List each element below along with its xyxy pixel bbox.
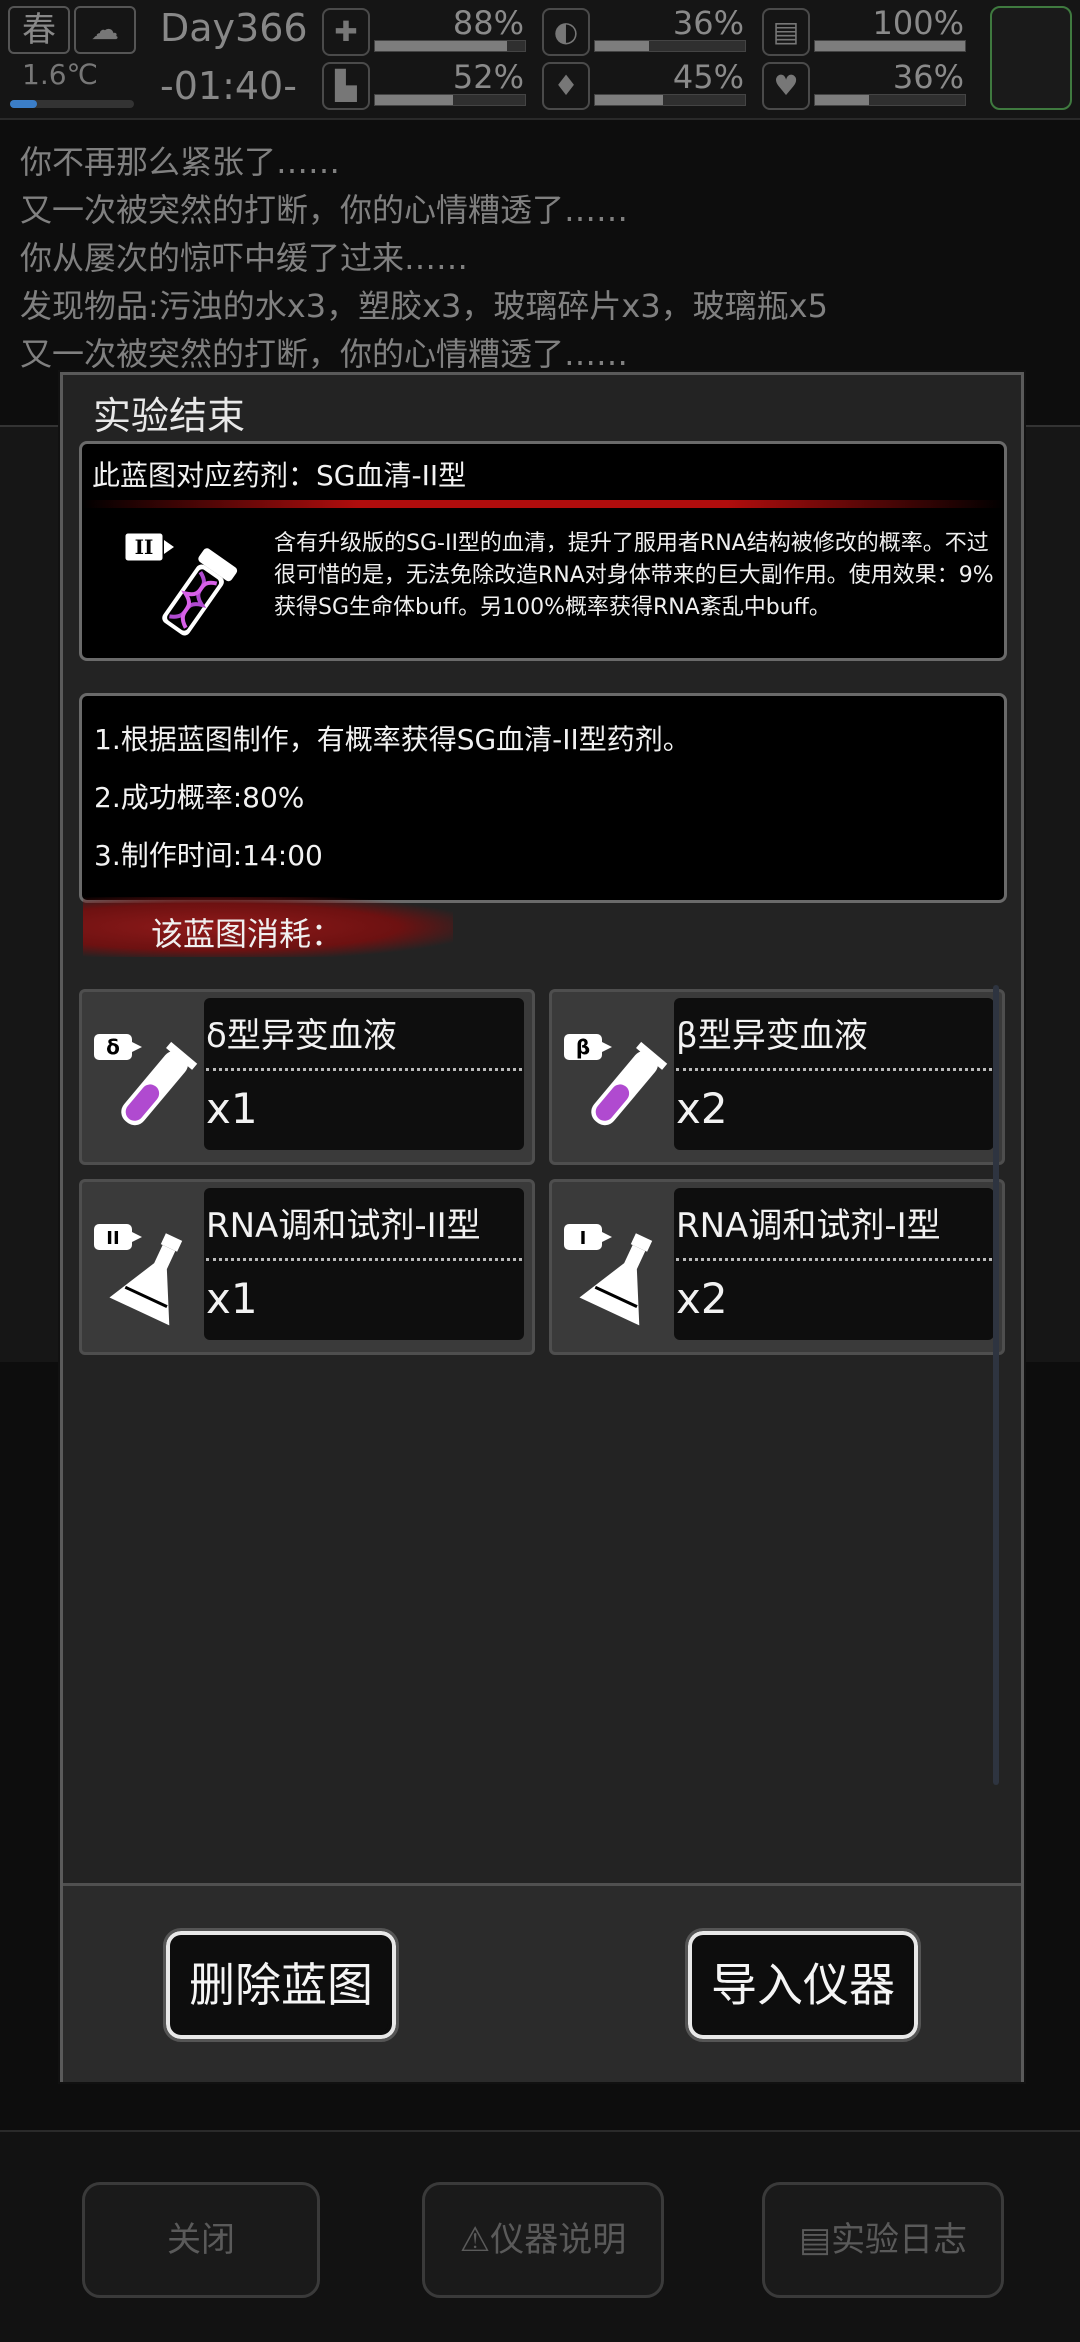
close-button[interactable]: 关闭 (82, 2182, 320, 2298)
energy-stat: 100% (814, 4, 966, 56)
heart-icon: ♥ (762, 62, 810, 110)
red-divider (82, 500, 1004, 508)
flask-icon: I (564, 1224, 653, 1326)
material-card[interactable]: δ δ型异变血液 x1 (79, 989, 535, 1165)
log-line: 发现物品:污浊的水x3，塑胶x3，玻璃碎片x3，玻璃瓶x5 (20, 287, 828, 325)
weather-icon: ☁ (74, 6, 136, 54)
temperature-value: 1.6℃ (22, 58, 98, 91)
health-stat: 88% (374, 4, 526, 56)
boot-icon: ▙ (322, 62, 370, 110)
material-name: δ型异变血液 (206, 1016, 397, 1056)
thirst-stat: 45% (594, 58, 746, 110)
lab-log-button[interactable]: ▤实验日志 (762, 2182, 1004, 2298)
health-value: 88% (452, 4, 524, 42)
battery-icon: ▤ (762, 8, 810, 56)
material-name: β型异变血液 (676, 1016, 868, 1056)
material-quantity: x1 (206, 1274, 258, 1323)
energy-value: 100% (872, 4, 964, 42)
rule-line: 3.制作时间:14:00 (94, 839, 323, 872)
consume-label: 该蓝图消耗： (151, 915, 344, 953)
equipment-slot[interactable] (990, 6, 1072, 110)
badge-text: β (576, 1035, 590, 1059)
mood-value: 36% (892, 58, 964, 96)
blueprint-rules-panel: 1.根据蓝图制作，有概率获得SG血清-II型药剂。 2.成功概率:80% 3.制… (79, 693, 1007, 903)
close-button-label: 关闭 (167, 2220, 235, 2260)
season-badge: 春 (8, 6, 70, 54)
stomach-icon: ◐ (542, 8, 590, 56)
test-tube-icon: δ (94, 1034, 198, 1126)
log-line: 你不再那么紧张了…… (20, 143, 341, 181)
blueprint-panel: 此蓝图对应药剂：SG血清-II型 II 含有升级版的SG-II型的血清，提升了服… (79, 441, 1007, 661)
badge-text: II (135, 535, 154, 559)
log-line: 你从屡次的惊吓中缓了过来…… (20, 239, 469, 277)
material-quantity: x2 (676, 1084, 728, 1133)
dialog-title: 实验结束 (93, 394, 246, 438)
thirst-value: 45% (672, 58, 744, 96)
blueprint-heading: 此蓝图对应药剂：SG血清-II型 (92, 459, 467, 492)
test-tube-icon: β (564, 1034, 668, 1126)
stamina-value: 52% (452, 58, 524, 96)
dialog-button-area: 删除蓝图 导入仪器 (63, 1883, 1021, 2082)
material-quantity: x2 (676, 1274, 728, 1323)
document-icon: ▤ (798, 2220, 832, 2260)
lab-log-label: 实验日志 (831, 2220, 968, 2260)
import-instrument-button[interactable]: 导入仪器 (685, 1928, 921, 2042)
material-card[interactable]: β β型异变血液 x2 (549, 989, 1005, 1165)
blueprint-description: 含有升级版的SG-II型的血清，提升了服用者RNA结构被修改的概率。不过很可惜的… (274, 531, 994, 620)
stamina-stat: 52% (374, 58, 526, 110)
badge-text: I (580, 1228, 587, 1249)
flask-icon: II (94, 1224, 183, 1326)
day-counter: Day366 (160, 6, 308, 50)
warning-icon: ⚠ (459, 2220, 491, 2260)
materials-scrollbar[interactable] (993, 985, 999, 1785)
log-line: 又一次被突然的打断，你的心情糟透了…… (20, 191, 629, 229)
serum-vial-icon: II (122, 530, 238, 636)
instrument-info-button[interactable]: ⚠仪器说明 (422, 2182, 664, 2298)
mood-stat: 36% (814, 58, 966, 110)
delete-blueprint-button[interactable]: 删除蓝图 (163, 1928, 399, 2042)
temperature-bar (10, 100, 134, 108)
hunger-stat: 36% (594, 4, 746, 56)
hunger-value: 36% (672, 4, 744, 42)
material-card[interactable]: I RNA调和试剂-I型 x2 (549, 1179, 1005, 1355)
rule-line: 1.根据蓝图制作，有概率获得SG血清-II型药剂。 (94, 723, 691, 756)
log-line: 又一次被突然的打断，你的心情糟透了…… (20, 335, 629, 373)
event-log: 你不再那么紧张了…… 又一次被突然的打断，你的心情糟透了…… 你从屡次的惊吓中缓… (20, 138, 1060, 378)
instrument-info-label: 仪器说明 (490, 2220, 627, 2260)
status-bar: 春 ☁ 1.6℃ Day366 -01:40- ✚ 88% ◐ 36% ▤ 10… (0, 0, 1080, 120)
material-quantity: x1 (206, 1084, 258, 1133)
badge-text: II (106, 1228, 119, 1249)
material-name: RNA调和试剂-I型 (676, 1206, 941, 1246)
rule-line: 2.成功概率:80% (94, 781, 305, 814)
experiment-result-dialog: 实验结束 此蓝图对应药剂：SG血清-II型 II 含有升级版的SG-II型的血清… (60, 372, 1024, 2082)
water-drop-icon: ♦ (542, 62, 590, 110)
material-name: RNA调和试剂-II型 (206, 1206, 481, 1246)
badge-text: δ (106, 1035, 120, 1059)
game-clock: -01:40- (160, 64, 297, 108)
material-card[interactable]: II RNA调和试剂-II型 x1 (79, 1179, 535, 1355)
medkit-icon: ✚ (322, 8, 370, 56)
